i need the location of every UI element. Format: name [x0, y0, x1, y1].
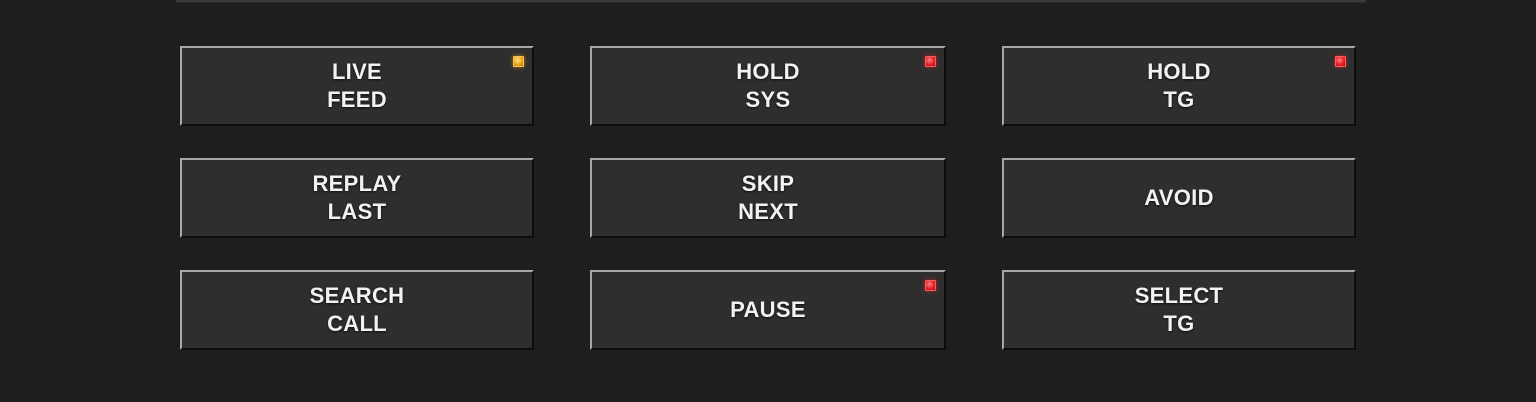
- top-divider: [176, 0, 1366, 3]
- button-label-line: SEARCH: [309, 283, 405, 308]
- button-label-line: PAUSE: [730, 297, 806, 322]
- control-button-grid: LIVE FEED HOLD SYS HOLD TG REPLAY LAST S…: [180, 46, 1356, 350]
- amber-indicator-icon: [513, 56, 524, 67]
- button-label-line: AVOID: [1144, 185, 1214, 210]
- red-indicator-icon: [925, 56, 936, 67]
- button-label-line: SYS: [745, 87, 791, 112]
- button-label-line: LAST: [327, 199, 387, 224]
- skip-next-button[interactable]: SKIP NEXT: [590, 158, 946, 238]
- hold-sys-button[interactable]: HOLD SYS: [590, 46, 946, 126]
- button-label-line: REPLAY: [312, 171, 402, 196]
- hold-tg-button[interactable]: HOLD TG: [1002, 46, 1356, 126]
- select-tg-button[interactable]: SELECT TG: [1002, 270, 1356, 350]
- button-label-line: LIVE: [331, 59, 383, 84]
- live-feed-button[interactable]: LIVE FEED: [180, 46, 534, 126]
- button-label-line: TG: [1163, 311, 1195, 336]
- search-call-button[interactable]: SEARCH CALL: [180, 270, 534, 350]
- button-label-line: TG: [1163, 87, 1195, 112]
- pause-button[interactable]: PAUSE: [590, 270, 946, 350]
- avoid-button[interactable]: AVOID: [1002, 158, 1356, 238]
- button-label-line: HOLD: [736, 59, 800, 84]
- red-indicator-icon: [925, 280, 936, 291]
- button-label-line: NEXT: [738, 199, 798, 224]
- button-label-line: SELECT: [1134, 283, 1224, 308]
- button-label-line: HOLD: [1147, 59, 1211, 84]
- replay-last-button[interactable]: REPLAY LAST: [180, 158, 534, 238]
- button-label-line: CALL: [327, 311, 387, 336]
- button-label-line: FEED: [327, 87, 387, 112]
- button-label-line: SKIP: [741, 171, 795, 196]
- red-indicator-icon: [1335, 56, 1346, 67]
